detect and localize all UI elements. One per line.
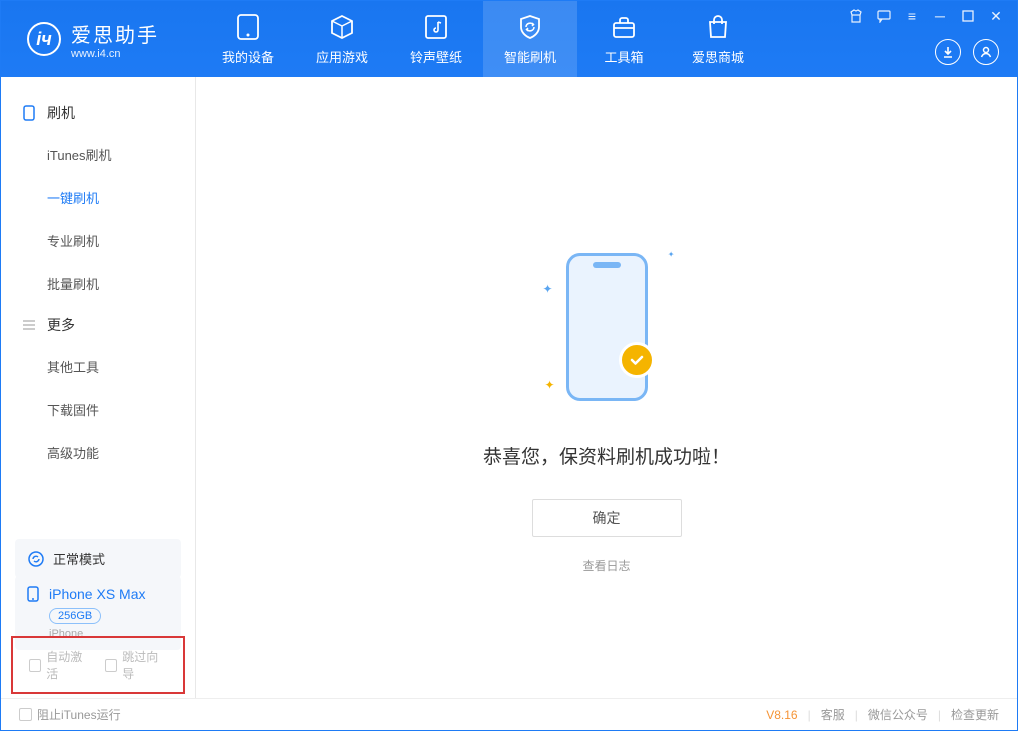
device-mode-label: 正常模式 (53, 549, 105, 568)
version-text: V8.16 (766, 708, 797, 722)
maximize-button[interactable] (961, 9, 975, 23)
separator: | (855, 708, 858, 722)
ok-button[interactable]: 确定 (532, 499, 682, 537)
sidebar-group-flash: 刷机 (1, 93, 195, 133)
sidebar-item-other-tools[interactable]: 其他工具 (1, 345, 195, 388)
group-label: 更多 (47, 315, 75, 335)
separator: | (938, 708, 941, 722)
checkbox-label: 自动激活 (46, 648, 91, 682)
success-message: 恭喜您，保资料刷机成功啦！ (483, 442, 730, 469)
device-name: iPhone XS Max (49, 586, 146, 602)
menu-icon[interactable]: ≡ (905, 9, 919, 23)
checkbox-icon (105, 659, 117, 672)
sidebar-item-batch-flash[interactable]: 批量刷机 (1, 262, 195, 305)
cube-icon (328, 13, 356, 41)
tab-label: 工具箱 (604, 47, 643, 66)
footer-link-service[interactable]: 客服 (821, 706, 845, 723)
close-button[interactable]: ✕ (989, 9, 1003, 23)
logo-text: 爱思助手 www.i4.cn (71, 19, 159, 60)
checkbox-icon (19, 708, 32, 721)
tab-apps-games[interactable]: 应用游戏 (295, 1, 389, 77)
separator: | (808, 708, 811, 722)
app-title: 爱思助手 (71, 19, 159, 48)
tab-label: 应用游戏 (316, 47, 368, 66)
sidebar-item-download-firmware[interactable]: 下载固件 (1, 388, 195, 431)
window-controls: ≡ ─ ✕ (849, 9, 1003, 23)
feedback-icon[interactable] (877, 9, 891, 23)
footer: 阻止iTunes运行 V8.16 | 客服 | 微信公众号 | 检查更新 (1, 698, 1017, 730)
phone-icon (27, 586, 43, 602)
app-subtitle: www.i4.cn (71, 48, 159, 60)
checkbox-skip-guide[interactable]: 跳过向导 (105, 648, 167, 682)
sparkle-icon: ✦ (545, 378, 555, 392)
tab-label: 铃声壁纸 (410, 47, 462, 66)
checkbox-icon (29, 659, 41, 672)
nav-tabs: 我的设备 应用游戏 铃声壁纸 智能刷机 工具箱 爱思商城 (201, 1, 765, 77)
sidebar-item-itunes-flash[interactable]: iTunes刷机 (1, 133, 195, 176)
list-icon (21, 317, 37, 333)
tab-store[interactable]: 爱思商城 (671, 1, 765, 77)
sidebar-options-highlighted: 自动激活 跳过向导 (11, 636, 185, 694)
header-actions (935, 39, 999, 65)
group-label: 刷机 (47, 103, 75, 123)
body: 刷机 iTunes刷机 一键刷机 专业刷机 批量刷机 更多 其他工具 下载固件 … (1, 77, 1017, 698)
app-logo-icon: iч (27, 22, 61, 56)
sidebar-item-pro-flash[interactable]: 专业刷机 (1, 219, 195, 262)
device-mode-card[interactable]: 正常模式 (15, 539, 181, 578)
toolbox-icon (610, 13, 638, 41)
checkbox-label: 跳过向导 (122, 648, 167, 682)
tab-ringtone-wallpaper[interactable]: 铃声壁纸 (389, 1, 483, 77)
device-name-row: iPhone XS Max (27, 586, 169, 602)
shopping-bag-icon (704, 13, 732, 41)
footer-link-wechat[interactable]: 微信公众号 (868, 706, 928, 723)
main-content: ✦ ✦ ✦ 恭喜您，保资料刷机成功啦！ 确定 查看日志 (196, 77, 1017, 698)
sparkle-icon: ✦ (668, 250, 675, 259)
download-button[interactable] (935, 39, 961, 65)
sidebar-group-more: 更多 (1, 305, 195, 345)
sidebar-item-oneclick-flash[interactable]: 一键刷机 (1, 176, 195, 219)
checkbox-label: 阻止iTunes运行 (37, 706, 121, 723)
skin-icon[interactable] (849, 9, 863, 23)
logo-area: iч 爱思助手 www.i4.cn (1, 19, 201, 60)
tab-smart-flash[interactable]: 智能刷机 (483, 1, 577, 77)
phone-small-icon (21, 105, 37, 121)
sidebar: 刷机 iTunes刷机 一键刷机 专业刷机 批量刷机 更多 其他工具 下载固件 … (1, 77, 196, 698)
view-log-link[interactable]: 查看日志 (582, 557, 630, 574)
phone-outline-icon (566, 253, 648, 401)
sidebar-item-advanced[interactable]: 高级功能 (1, 431, 195, 474)
sync-icon (27, 550, 45, 568)
tab-label: 我的设备 (222, 47, 274, 66)
checkbox-auto-activate[interactable]: 自动激活 (29, 648, 91, 682)
device-icon (234, 13, 262, 41)
minimize-button[interactable]: ─ (933, 9, 947, 23)
tab-label: 智能刷机 (504, 47, 556, 66)
device-capacity-badge: 256GB (49, 608, 101, 624)
app-header: iч 爱思助手 www.i4.cn 我的设备 应用游戏 铃声壁纸 智能刷机 工具… (1, 1, 1017, 77)
sparkle-icon: ✦ (543, 282, 553, 296)
success-illustration: ✦ ✦ ✦ (537, 242, 677, 412)
tab-toolbox[interactable]: 工具箱 (577, 1, 671, 77)
footer-link-update[interactable]: 检查更新 (951, 706, 999, 723)
shield-sync-icon (516, 13, 544, 41)
footer-right: V8.16 | 客服 | 微信公众号 | 检查更新 (766, 706, 999, 723)
tab-label: 爱思商城 (692, 47, 744, 66)
checkbox-block-itunes[interactable]: 阻止iTunes运行 (19, 706, 121, 723)
music-note-icon (422, 13, 450, 41)
tab-my-device[interactable]: 我的设备 (201, 1, 295, 77)
checkmark-badge-icon (619, 342, 655, 378)
user-account-button[interactable] (973, 39, 999, 65)
